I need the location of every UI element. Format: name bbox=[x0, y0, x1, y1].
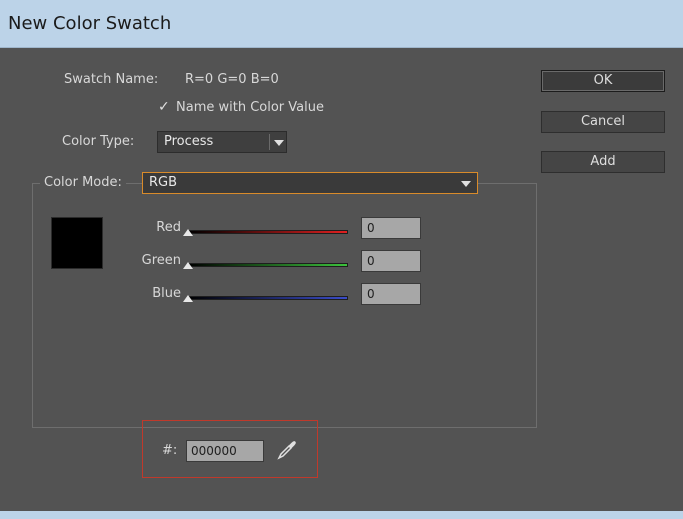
slider-value-green[interactable]: 0 bbox=[361, 250, 421, 272]
color-type-select[interactable]: Process bbox=[157, 131, 287, 153]
slider-label-blue: Blue bbox=[152, 286, 181, 301]
eyedropper-icon[interactable] bbox=[275, 438, 299, 462]
name-with-color-value-label[interactable]: Name with Color Value bbox=[176, 100, 324, 115]
select-divider bbox=[269, 134, 270, 150]
slider-track-blue[interactable] bbox=[188, 296, 348, 300]
swatch-name-value[interactable]: R=0 G=0 B=0 bbox=[185, 72, 279, 87]
swatch-name-label: Swatch Name: bbox=[64, 72, 159, 87]
color-type-label: Color Type: bbox=[62, 134, 135, 149]
hex-input[interactable]: 000000 bbox=[186, 440, 264, 462]
slider-thumb-green[interactable] bbox=[183, 262, 193, 269]
name-with-color-value-checkbox[interactable]: ✓ bbox=[158, 99, 170, 115]
color-mode-group bbox=[32, 183, 537, 428]
hex-label: #: bbox=[162, 443, 178, 458]
slider-track-green[interactable] bbox=[188, 263, 348, 267]
title-bar: New Color Swatch bbox=[0, 0, 683, 48]
slider-value-blue[interactable]: 0 bbox=[361, 283, 421, 305]
color-preview-swatch bbox=[51, 217, 103, 269]
add-button[interactable]: Add bbox=[541, 151, 665, 173]
chevron-down-icon bbox=[274, 140, 284, 146]
slider-thumb-red[interactable] bbox=[183, 229, 193, 236]
dialog-title: New Color Swatch bbox=[8, 13, 172, 34]
slider-thumb-blue[interactable] bbox=[183, 295, 193, 302]
chevron-down-icon bbox=[461, 181, 471, 187]
slider-track-red[interactable] bbox=[188, 230, 348, 234]
slider-value-red[interactable]: 0 bbox=[361, 217, 421, 239]
slider-label-green: Green bbox=[141, 253, 181, 268]
window-bottom-edge bbox=[0, 511, 683, 519]
color-type-value: Process bbox=[164, 134, 214, 149]
color-mode-value: RGB bbox=[149, 175, 178, 190]
cancel-button[interactable]: Cancel bbox=[541, 111, 665, 133]
ok-button[interactable]: OK bbox=[541, 70, 665, 92]
color-mode-label: Color Mode: bbox=[40, 175, 126, 190]
slider-label-red: Red bbox=[156, 220, 181, 235]
color-mode-select[interactable]: RGB bbox=[142, 172, 478, 194]
